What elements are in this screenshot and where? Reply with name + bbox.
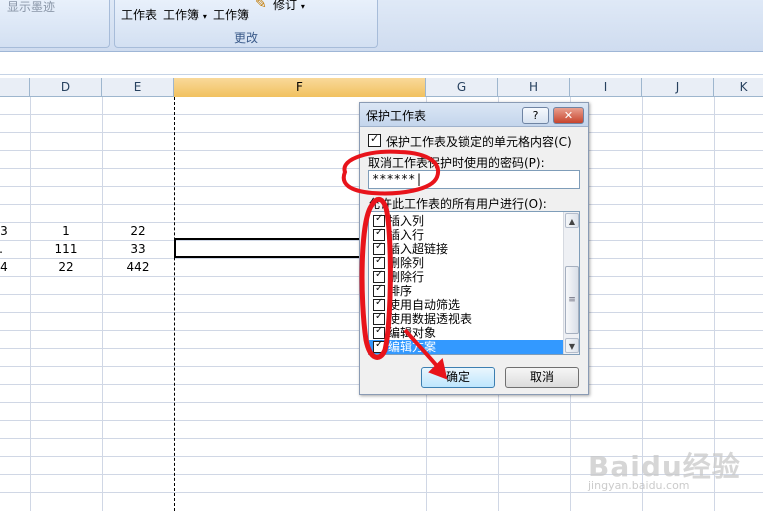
permission-checkbox[interactable]	[373, 227, 385, 241]
cancel-button[interactable]: 取消	[505, 367, 579, 388]
cell-d-r2[interactable]: 111	[30, 240, 102, 258]
dialog-title: 保护工作表	[366, 109, 427, 123]
formula-bar-area	[0, 52, 763, 75]
track-changes-button[interactable]: 修订 ▾	[273, 0, 305, 13]
column-header-d[interactable]: D	[30, 78, 102, 97]
permission-item[interactable]: 排序	[369, 283, 569, 298]
column-header-g[interactable]: G	[426, 78, 498, 97]
permission-item[interactable]: 编辑对象	[369, 325, 569, 340]
protect-contents-label: 保护工作表及锁定的单元格内容(C)	[386, 135, 572, 149]
permission-item[interactable]: 插入列	[369, 213, 569, 228]
ribbon: 显示墨迹 ▀▀ ▀▀ 工作表 工作簿 ▾ 工作簿 ✎ 修订 ▾ 更改	[0, 0, 763, 52]
permission-label: 编辑方案	[388, 340, 437, 354]
protect-workbook-label: 工作簿	[163, 8, 200, 22]
column-header-i[interactable]: I	[570, 78, 642, 97]
cell-c-r3[interactable]: 4	[0, 258, 12, 276]
permission-item[interactable]: 删除行	[369, 269, 569, 284]
permission-item[interactable]: 插入行	[369, 227, 569, 242]
allow-users-label: 允许此工作表的所有用户进行(O):	[368, 197, 547, 211]
page-break-line	[174, 97, 175, 511]
column-header-j[interactable]: J	[642, 78, 714, 97]
cell-e-r2[interactable]: 33	[102, 240, 174, 258]
permission-checkbox[interactable]	[373, 297, 385, 311]
list-scrollbar[interactable]: ▲ ≡ ▼	[563, 212, 579, 354]
permission-checkbox[interactable]	[373, 241, 385, 255]
column-header-c[interactable]	[0, 78, 30, 97]
protect-worksheet-button[interactable]: 工作表	[121, 6, 157, 23]
ribbon-group-ink: 显示墨迹	[0, 0, 110, 48]
cell-c-r2[interactable]: .	[0, 240, 6, 258]
protect-workbook-button[interactable]: 工作簿 ▾	[163, 6, 207, 23]
permission-checkbox[interactable]	[373, 269, 385, 283]
cell-e-r3[interactable]: 442	[102, 258, 174, 276]
protect-sheet-dialog: 保护工作表 ? ✕ 保护工作表及锁定的单元格内容(C) 取消工作表保护时使用的密…	[359, 102, 589, 395]
column-header-k[interactable]: K	[714, 78, 763, 97]
share-workbook-button[interactable]: 工作簿	[213, 6, 249, 23]
revise-icon: ✎	[255, 0, 267, 12]
permission-checkbox[interactable]	[373, 339, 385, 353]
protect-icon: ▀▀	[127, 0, 144, 5]
permission-item[interactable]: 使用数据透视表	[369, 311, 569, 326]
column-header-h[interactable]: H	[498, 78, 570, 97]
baidu-watermark: Baidu经验 jingyan.baidu.com	[588, 445, 758, 495]
permission-label: 删除行	[388, 270, 425, 284]
password-input[interactable]: ******|	[368, 170, 580, 189]
gridline	[30, 97, 31, 511]
permission-checkbox[interactable]	[373, 283, 385, 297]
gridline	[0, 438, 763, 439]
permission-item[interactable]: 删除列	[369, 255, 569, 270]
cell-c-r1[interactable]: 3	[0, 222, 12, 240]
ok-button[interactable]: 确定	[421, 367, 495, 388]
permission-item-selected[interactable]: 编辑方案	[369, 339, 569, 354]
changes-group-label: 更改	[233, 31, 258, 45]
scroll-thumb[interactable]: ≡	[565, 266, 579, 334]
protect-contents-checkbox[interactable]	[368, 132, 381, 147]
permission-checkbox[interactable]	[373, 311, 385, 325]
permission-checkbox[interactable]	[373, 255, 385, 269]
gridline	[0, 420, 763, 421]
chevron-down-icon: ▾	[202, 12, 207, 21]
permission-label: 删除列	[388, 256, 425, 270]
protect-icon-2: ▀▀	[175, 0, 192, 5]
gridline	[102, 97, 103, 511]
permission-label: 使用数据透视表	[388, 312, 473, 326]
gridline	[0, 402, 763, 403]
help-button[interactable]: ?	[522, 107, 549, 124]
permission-label: 插入超链接	[388, 242, 449, 256]
permission-checkbox[interactable]	[373, 325, 385, 339]
scroll-down-icon[interactable]: ▼	[565, 338, 579, 353]
permission-item[interactable]: 使用自动筛选	[369, 297, 569, 312]
cell-e-r1[interactable]: 22	[102, 222, 174, 240]
permission-label: 使用自动筛选	[388, 298, 461, 312]
track-changes-label: 修订	[273, 0, 298, 12]
active-cell-border[interactable]	[174, 238, 366, 258]
show-ink-button[interactable]: 显示墨迹	[7, 0, 55, 15]
permission-label: 插入列	[388, 214, 425, 228]
permission-item[interactable]: 插入超链接	[369, 241, 569, 256]
cell-d-r3[interactable]: 22	[30, 258, 102, 276]
permission-checkbox[interactable]	[373, 213, 385, 227]
ribbon-group-changes: ▀▀ ▀▀ 工作表 工作簿 ▾ 工作簿 ✎ 修订 ▾ 更改	[114, 0, 378, 48]
watermark-url: jingyan.baidu.com	[588, 479, 690, 492]
cell-d-r1[interactable]: 1	[30, 222, 102, 240]
scroll-up-icon[interactable]: ▲	[565, 213, 579, 228]
permissions-list[interactable]: 插入列 插入行 插入超链接 删除列 删除行 排序 使用自动筛选 使用数据透视表 …	[368, 211, 580, 355]
chevron-down-icon: ▾	[300, 2, 305, 11]
dialog-titlebar[interactable]: 保护工作表 ? ✕	[360, 103, 588, 127]
column-header-e[interactable]: E	[102, 78, 174, 97]
password-label: 取消工作表保护时使用的密码(P):	[368, 156, 545, 170]
column-header-f[interactable]: F	[174, 78, 426, 97]
close-button[interactable]: ✕	[553, 107, 584, 124]
permission-label: 编辑对象	[388, 326, 437, 340]
permission-label: 插入行	[388, 228, 425, 242]
permission-label: 排序	[388, 284, 413, 298]
column-header-bar: D E F G H I J K	[0, 78, 763, 97]
